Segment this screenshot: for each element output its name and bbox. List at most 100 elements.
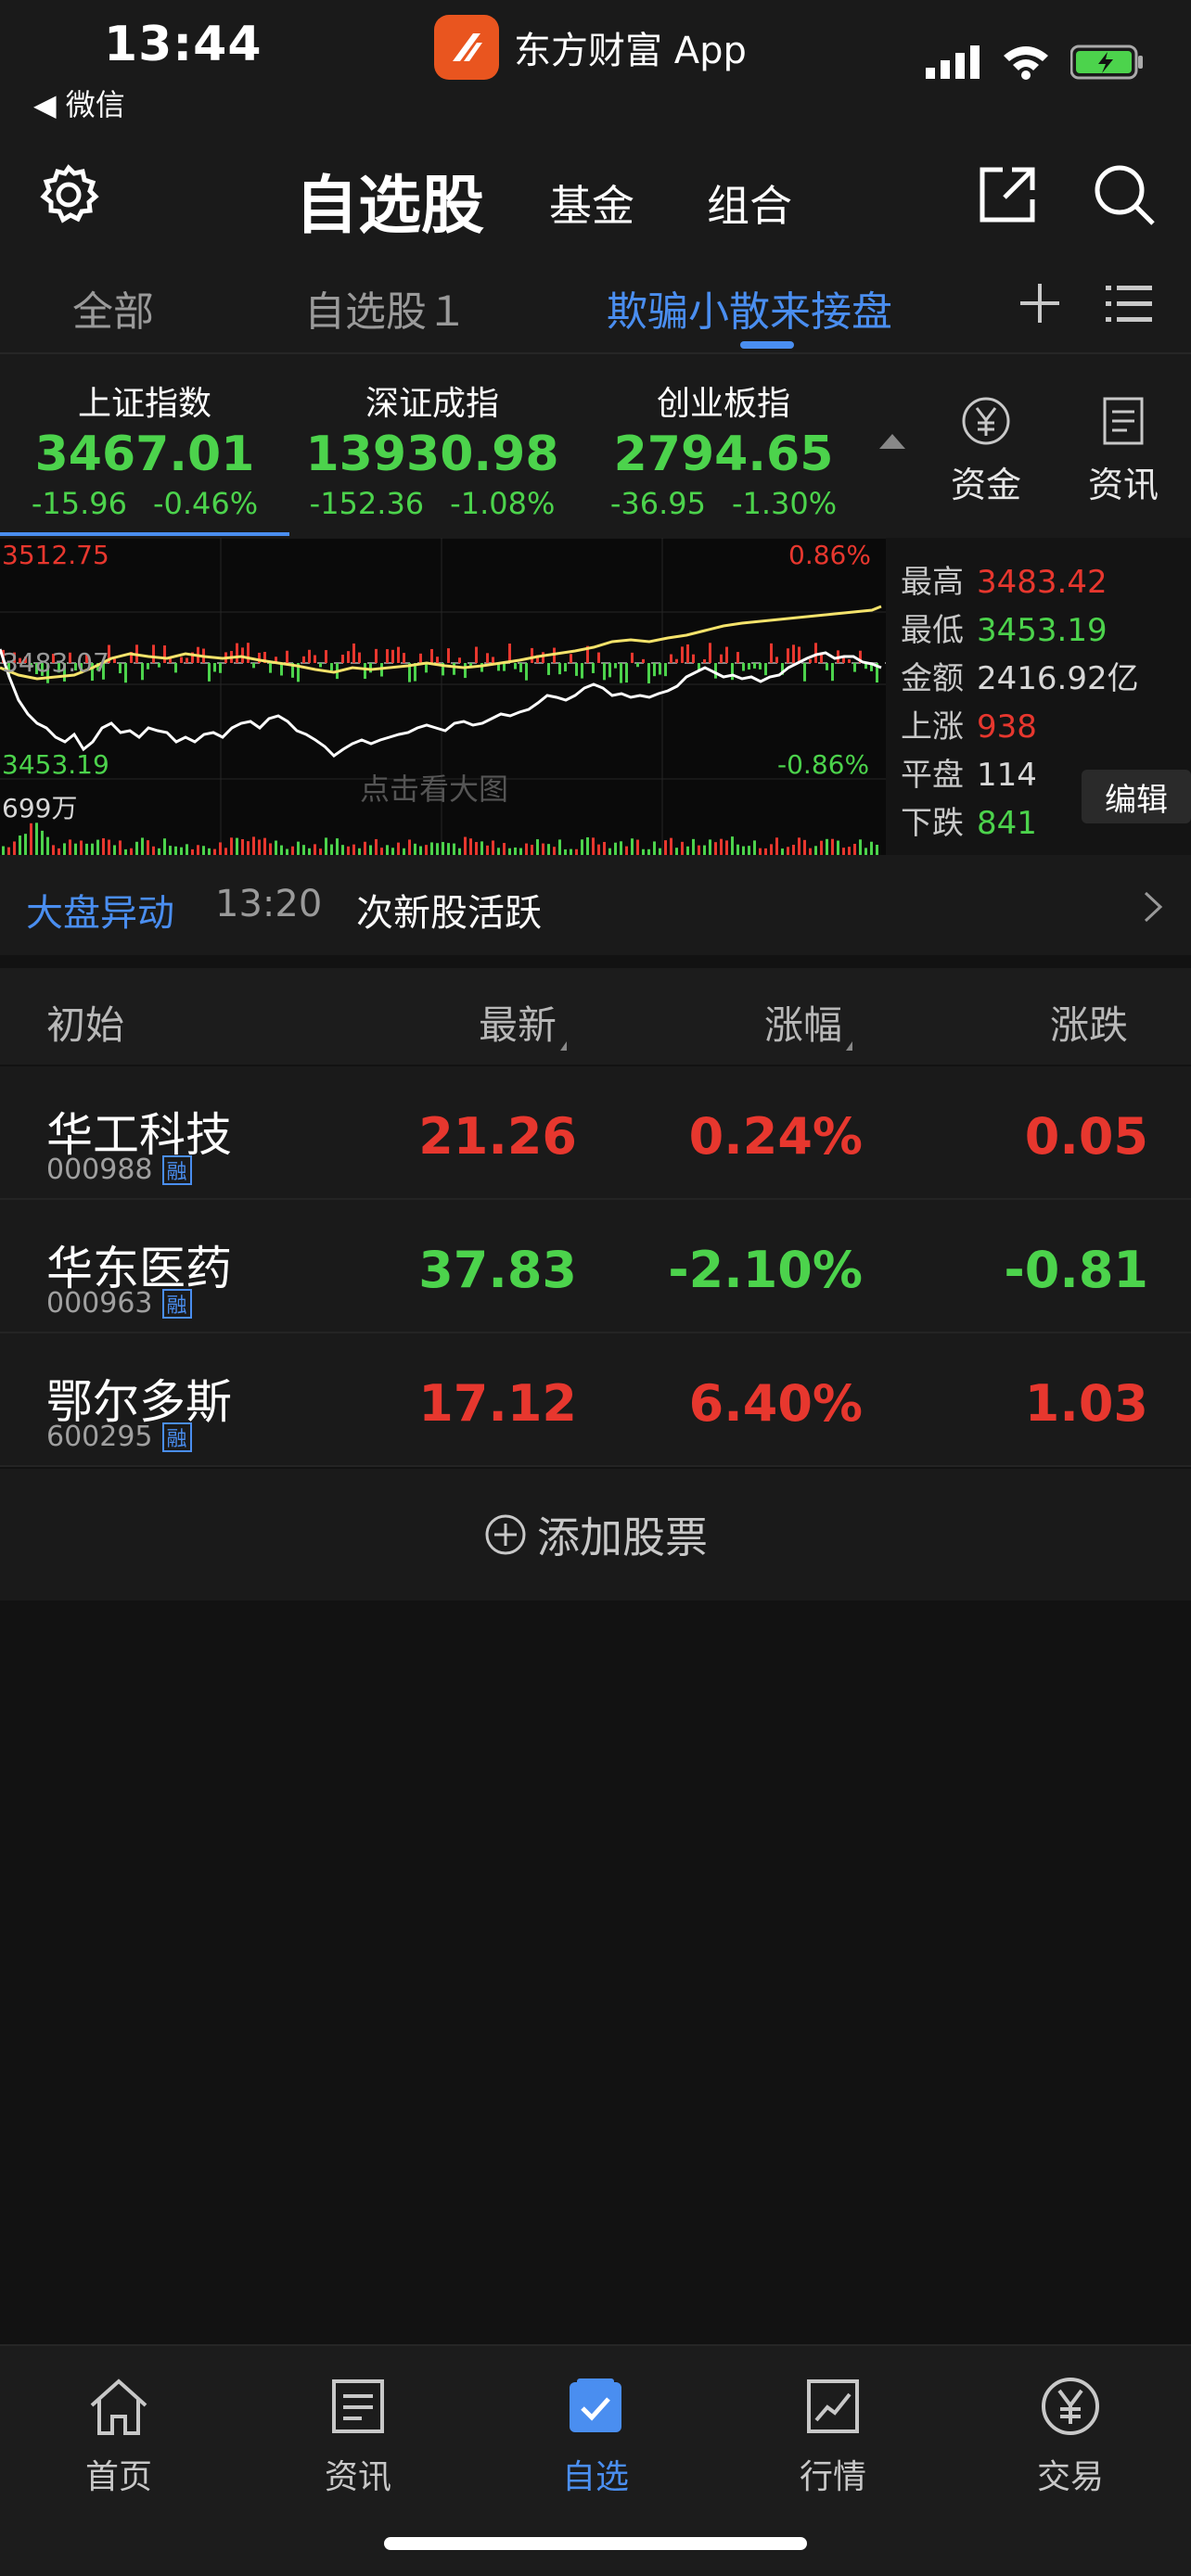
breadth-tick-bar	[636, 663, 639, 668]
breadth-tick-bar	[141, 663, 144, 681]
volume-bar	[486, 845, 489, 855]
volume-bar	[775, 837, 778, 855]
search-icon[interactable]	[1087, 158, 1161, 232]
group-tab-watch1[interactable]: 自选股１	[304, 278, 467, 338]
breadth-tick-bar	[369, 663, 372, 673]
signal-icon	[926, 45, 980, 79]
index-pct: -0.46%	[152, 486, 259, 521]
volume-bar	[408, 839, 411, 855]
volume-bar	[814, 846, 817, 855]
index-card[interactable]: 深证成指 13930.98 -152.36 -1.08%	[293, 376, 571, 521]
volume-bar	[809, 848, 812, 855]
breadth-tick-bar	[659, 663, 661, 675]
index-card[interactable]: 创业板指 2794.65 -36.95 -1.30%	[584, 376, 863, 521]
breadth-tick-bar	[608, 663, 611, 678]
stock-pct: 0.24%	[688, 1107, 863, 1166]
collapse-triangle-icon[interactable]	[877, 432, 907, 454]
market-alert-bar[interactable]: 大盘异动 13:20 次新股活跃	[0, 855, 1191, 955]
breadth-tick-bar	[753, 663, 756, 669]
group-tab-active[interactable]: 欺骗小散来接盘	[607, 278, 892, 338]
volume-bar	[358, 848, 361, 855]
volume-bar	[603, 841, 606, 855]
volume-bar	[842, 848, 845, 855]
volume-bar	[497, 848, 500, 855]
add-stock-button[interactable]: 添加股票	[0, 1469, 1191, 1600]
breadth-tick-bar	[647, 663, 650, 683]
column-name[interactable]: 初始	[46, 994, 124, 1051]
stock-row[interactable]: 鄂尔多斯 600295 融 17.12 6.40% 1.03	[0, 1333, 1191, 1467]
breadth-tick-bar	[213, 663, 216, 672]
tab-market[interactable]: 行情	[759, 2366, 907, 2498]
index-card[interactable]: 上证指数 3467.01 -15.96 -0.46%	[6, 376, 284, 521]
group-tab-all[interactable]: 全部	[72, 278, 154, 338]
tab-trade[interactable]: 交易	[996, 2366, 1145, 2498]
index-value: 13930.98	[305, 427, 559, 482]
page-title-watchlist[interactable]: 自选股	[295, 154, 484, 246]
volume-bar	[147, 840, 149, 855]
back-to-wechat-link[interactable]: ◀ 微信	[33, 82, 125, 124]
volume-bar	[631, 838, 634, 855]
edit-stats-button[interactable]: 编辑	[1082, 770, 1191, 823]
breadth-tick-bar	[436, 657, 439, 663]
stock-code-group: 600295 融	[46, 1421, 192, 1453]
settings-gear-icon[interactable]	[32, 158, 106, 232]
news-button[interactable]: 资讯	[1072, 395, 1174, 507]
breadth-tick-bar	[447, 648, 450, 663]
volume-bar	[63, 843, 66, 855]
watchlist-group-tabs: 全部 自选股１ 欺骗小散来接盘	[0, 260, 1191, 354]
volume-bar	[208, 848, 211, 855]
volume-bar	[447, 843, 450, 855]
breadth-tick-bar	[163, 645, 166, 663]
tab-portfolio[interactable]: 组合	[707, 172, 792, 234]
breadth-tick-bar	[208, 663, 211, 682]
volume-bar	[531, 844, 533, 855]
volume-bar	[753, 840, 756, 855]
breadth-tick-bar	[558, 663, 561, 675]
column-pct[interactable]: 涨幅	[764, 994, 853, 1051]
breadth-tick-bar	[341, 654, 344, 663]
breadth-tick-bar	[475, 646, 478, 663]
breadth-tick-bar	[302, 656, 305, 663]
column-latest[interactable]: 最新	[479, 994, 568, 1051]
tab-news[interactable]: 资讯	[284, 2366, 432, 2498]
add-stock-label: 添加股票	[537, 1512, 708, 1562]
tab-fund[interactable]: 基金	[549, 172, 634, 234]
tab-home-label: 首页	[84, 2458, 152, 2496]
volume-bar	[152, 846, 155, 855]
tab-home[interactable]: 首页	[45, 2366, 193, 2498]
breadth-tick-bar	[592, 663, 595, 673]
stat-up: 上涨 938	[901, 708, 1037, 746]
volume-bar	[787, 847, 789, 855]
volume-bar	[46, 836, 49, 855]
volume-bar	[864, 848, 867, 855]
breadth-tick-bar	[464, 663, 467, 679]
market-chart-icon	[759, 2366, 907, 2446]
volume-bar	[581, 839, 583, 855]
add-group-icon[interactable]	[1018, 282, 1061, 328]
group-menu-icon[interactable]	[1106, 284, 1152, 328]
tab-watchlist[interactable]: 自选	[521, 2366, 670, 2498]
stock-row[interactable]: 华东医药 000963 融 37.83 -2.10% -0.81	[0, 1200, 1191, 1333]
breadth-tick-bar	[764, 663, 767, 676]
status-bar: 13:44 ◀ 微信 东方财富 App	[0, 0, 1191, 139]
volume-bar	[163, 838, 166, 855]
volume-bar	[831, 838, 834, 855]
volume-bar	[870, 841, 873, 855]
breadth-tick-bar	[848, 658, 851, 663]
column-change[interactable]: 涨跌	[1050, 994, 1128, 1051]
volume-bar	[275, 840, 277, 855]
share-icon[interactable]	[970, 158, 1044, 232]
stock-row[interactable]: 华工科技 000988 融 21.26 0.24% 0.05	[0, 1066, 1191, 1200]
stock-price: 17.12	[418, 1374, 577, 1433]
funds-button[interactable]: 资金	[935, 395, 1037, 507]
volume-bar	[592, 837, 595, 855]
tab-news-label: 资讯	[324, 2458, 391, 2496]
volume-bar	[686, 846, 689, 855]
breadth-tick-bar	[575, 663, 578, 676]
intraday-chart[interactable]: 3512.75 3483.07 3453.19 0.86% -0.86% 699…	[0, 538, 1191, 855]
wifi-icon	[1004, 46, 1048, 80]
volume-bar	[620, 841, 622, 855]
active-index-indicator	[0, 532, 289, 536]
volume-bar	[558, 839, 561, 855]
top-nav-bar: 自选股 基金 组合	[0, 139, 1191, 260]
